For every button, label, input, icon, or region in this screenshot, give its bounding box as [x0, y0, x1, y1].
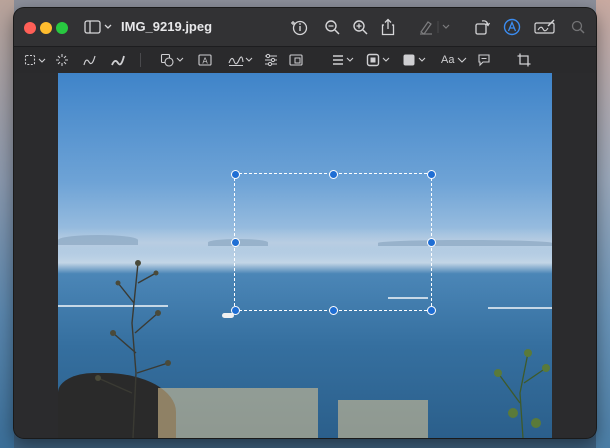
- desktop-wallpaper-left: [0, 0, 14, 448]
- selection-handle-top[interactable]: [329, 170, 338, 179]
- fill-color-icon: [403, 54, 426, 66]
- share-button[interactable]: [377, 16, 399, 38]
- rotate-icon: [475, 20, 490, 35]
- selection-handle-top-right[interactable]: [427, 170, 436, 179]
- toolbar-separator: [140, 53, 141, 67]
- info-icon: [291, 20, 308, 36]
- chevron-down-icon: [458, 57, 467, 63]
- text-style-label: Aa: [441, 54, 455, 66]
- selection-handle-top-left[interactable]: [231, 170, 240, 179]
- shapes-icon: [160, 53, 184, 67]
- selection-handle-bottom-right[interactable]: [427, 306, 436, 315]
- preview-window: IMG_9219.jpeg A Aa: [14, 8, 596, 438]
- title-bar: IMG_9219.jpeg: [14, 8, 596, 46]
- zoom-out-icon: [325, 20, 340, 35]
- text-style-button[interactable]: Aa: [441, 50, 467, 70]
- adjust-size-icon: [289, 54, 303, 66]
- text-box-icon: A: [198, 54, 212, 66]
- rect-selection-icon: [24, 54, 46, 66]
- highlight-icon: [420, 21, 450, 35]
- adjust-size-button[interactable]: [289, 50, 303, 70]
- instant-alpha-icon: [56, 54, 68, 66]
- border-color-button[interactable]: [366, 50, 392, 70]
- zoom-in-icon: [353, 20, 368, 35]
- text-box-button[interactable]: A: [198, 50, 212, 70]
- selection-handle-bottom[interactable]: [329, 306, 338, 315]
- search-button[interactable]: [567, 16, 589, 38]
- line-style-button[interactable]: [332, 50, 356, 70]
- signature-button[interactable]: [533, 16, 557, 38]
- selection-handle-bottom-left[interactable]: [231, 306, 240, 315]
- selection-tools-button[interactable]: [24, 50, 48, 70]
- sketch-icon: [83, 55, 96, 66]
- search-icon: [571, 20, 585, 34]
- close-button[interactable]: [24, 22, 36, 34]
- svg-text:A: A: [202, 57, 208, 66]
- rotate-button[interactable]: [471, 16, 493, 38]
- markup-toolbar: A Aa: [14, 46, 596, 74]
- sidebar-toggle-button[interactable]: [82, 16, 116, 38]
- markup-button[interactable]: [500, 16, 524, 38]
- speech-bubble-icon: [478, 54, 490, 67]
- info-button[interactable]: [288, 16, 310, 38]
- fill-color-button[interactable]: [402, 50, 428, 70]
- sign-icon: [228, 56, 253, 66]
- zoom-out-button[interactable]: [321, 16, 343, 38]
- markup-icon: [503, 18, 521, 36]
- crop-button[interactable]: [517, 50, 531, 70]
- crop-icon: [517, 53, 531, 67]
- share-icon: [381, 18, 395, 36]
- selection-handle-right[interactable]: [427, 238, 436, 247]
- shapes-button[interactable]: [160, 50, 186, 70]
- sketch-button[interactable]: [82, 50, 98, 70]
- zoom-in-button[interactable]: [349, 16, 371, 38]
- sign-button[interactable]: [228, 50, 254, 70]
- border-color-icon: [366, 53, 390, 67]
- instant-alpha-button[interactable]: [55, 50, 69, 70]
- adjust-color-button[interactable]: [264, 50, 278, 70]
- rectangular-selection[interactable]: [234, 173, 432, 311]
- window-title: IMG_9219.jpeg: [121, 19, 213, 34]
- zoom-button[interactable]: [56, 22, 68, 34]
- adjust-color-icon: [265, 53, 277, 67]
- desktop-wallpaper-right: [596, 0, 610, 448]
- draw-button[interactable]: [110, 50, 126, 70]
- photo-image: [58, 73, 552, 438]
- line-style-icon: [333, 55, 354, 65]
- document-canvas: [14, 73, 596, 438]
- selection-handle-left[interactable]: [231, 238, 240, 247]
- sidebar-icon: [84, 20, 112, 34]
- highlight-button[interactable]: [417, 16, 453, 38]
- minimize-button[interactable]: [40, 22, 52, 34]
- image-description-button[interactable]: [477, 50, 491, 70]
- signature-icon: [534, 19, 555, 34]
- draw-icon: [111, 55, 125, 66]
